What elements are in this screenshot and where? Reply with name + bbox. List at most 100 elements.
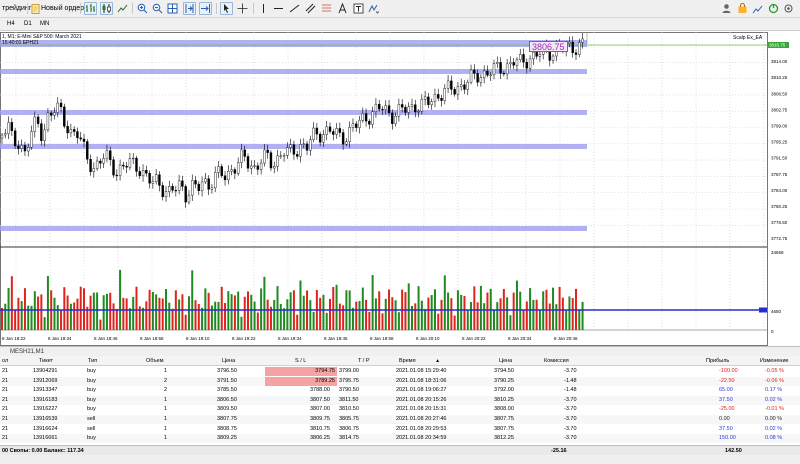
text-box-button[interactable]: [352, 2, 365, 15]
candle-body: [223, 175, 227, 181]
volume-bar: [381, 313, 384, 330]
bar-chart-icon: [86, 4, 95, 12]
volume-bar: [20, 301, 23, 330]
col-volume[interactable]: Объем: [146, 356, 164, 366]
col-profit[interactable]: Прибыль: [706, 356, 729, 366]
price-chart[interactable]: 3816.75 3814.00 3810.25 3806.50 3802.75 3799.…: [0, 32, 800, 346]
equidistant-channel-button[interactable]: [304, 2, 317, 15]
time-axis-label: 8 Jan 19:22: [232, 336, 256, 341]
col-sl[interactable]: S / L: [295, 356, 306, 366]
timeframe-h4[interactable]: H4: [5, 20, 17, 29]
table-row[interactable]: 21 13916539 sell 1 3807.75 3809.75 3805.75 2021…: [0, 415, 800, 424]
table-row[interactable]: 21 13916624 sell 1 3808.75 3810.75 3806.75 2021…: [0, 425, 800, 434]
autoscroll-button[interactable]: [183, 2, 196, 15]
time-axis-label: 8 Jan 20:22: [462, 336, 486, 341]
volume-bar: [23, 288, 26, 330]
fibonacci-button[interactable]: [320, 2, 333, 15]
bar-chart-button[interactable]: [84, 2, 97, 15]
trend-line-button[interactable]: [288, 2, 301, 15]
timeframe-d1[interactable]: D1: [22, 20, 34, 29]
tile-windows-icon: [167, 3, 178, 14]
zoom-in-button[interactable]: [136, 2, 149, 15]
candle-body: [414, 104, 417, 113]
table-row[interactable]: 21 13913347 buy 2 3785.50 3788.00 3790.50 2021.…: [0, 386, 800, 395]
current-price-tag: 3806.75: [529, 41, 568, 52]
col-type[interactable]: Тип: [88, 356, 97, 366]
help-button[interactable]: [782, 2, 795, 15]
candle-body: [204, 178, 207, 183]
candle-body: [253, 165, 256, 167]
volume-bar: [397, 312, 400, 330]
col-change[interactable]: Изменение: [760, 356, 789, 366]
volume-bar: [122, 297, 125, 330]
candle-body: [20, 145, 23, 149]
candle-chart-button[interactable]: [100, 2, 113, 15]
cell-profit: -22.50: [719, 377, 735, 384]
user-icon: [722, 4, 731, 13]
col-tp[interactable]: T / P: [358, 356, 370, 366]
chart-shift-button[interactable]: [199, 2, 212, 15]
vps-button[interactable]: [767, 2, 780, 15]
table-row[interactable]: 21 13912069 buy 2 3791.50 3789.25 3795.75 2021.…: [0, 376, 800, 386]
volume-bar: [476, 302, 479, 330]
col-time[interactable]: Время ▲: [399, 356, 440, 366]
cell-commission: -3.70: [564, 435, 577, 442]
candle-body: [30, 131, 33, 148]
candle-body: [236, 162, 240, 174]
price-axis-label: 3814.00: [771, 59, 788, 64]
new-order-button[interactable]: Новый ордер: [31, 3, 84, 15]
candle-body: [571, 41, 574, 53]
crosshair-button[interactable]: [236, 2, 249, 15]
cell-type: buy: [87, 377, 96, 384]
col-symbol[interactable]: ол: [2, 356, 8, 366]
price-axis-label: 3787.75: [771, 172, 788, 177]
vertical-line-button[interactable]: [257, 2, 270, 15]
candle-body: [427, 96, 430, 105]
volume-bar: [512, 292, 515, 330]
table-row[interactable]: 21 13904291 buy 1 3796.50 3794.75 3799.00 2021.…: [0, 367, 800, 376]
cell-type: buy: [87, 396, 96, 403]
candle-body: [243, 149, 246, 157]
col-commission[interactable]: Комиссия: [544, 356, 569, 366]
volume-bar: [338, 303, 341, 330]
cursor-button[interactable]: [220, 2, 233, 15]
zoom-out-button[interactable]: [151, 2, 164, 15]
col-price[interactable]: Цена: [222, 356, 235, 366]
col-price-current[interactable]: Цена: [499, 356, 512, 366]
crosshair-icon: [237, 3, 248, 14]
volume-bar: [220, 286, 223, 330]
shapes-dropdown-button[interactable]: [367, 2, 380, 15]
tile-windows-button[interactable]: [166, 2, 179, 15]
sort-ascending-icon: ▲: [435, 358, 441, 364]
timeframe-mn[interactable]: MN: [38, 20, 51, 29]
account-button[interactable]: [720, 2, 733, 15]
volume-bar: [581, 301, 584, 330]
horizontal-line-button[interactable]: [272, 2, 285, 15]
cell-ticket: 13913347: [33, 387, 58, 394]
table-row[interactable]: 21 13916227 buy 1 3809.50 3807.00 3810.50 2021.…: [0, 405, 800, 414]
table-row[interactable]: 21 13916661 buy 1 3809.25 3806.25 3814.75 2021.…: [0, 434, 800, 444]
col-ticket[interactable]: Тикет: [39, 356, 53, 366]
volume-bar: [73, 302, 76, 330]
volume-bar: [302, 295, 305, 330]
tab-chart-mesh21[interactable]: MESH21,M1: [10, 348, 44, 356]
candle-body: [33, 116, 36, 132]
candle-body: [437, 94, 440, 99]
power-icon: [768, 3, 779, 14]
table-row[interactable]: 21 13916183 buy 1 3806.50 3807.50 3811.50 2021.…: [0, 395, 800, 405]
candle-body: [43, 129, 46, 142]
candle-body: [0, 134, 4, 139]
candle-body: [479, 77, 483, 83]
market-button[interactable]: [736, 2, 749, 15]
candle-body: [371, 111, 374, 125]
toolbar-separator: [80, 3, 81, 14]
table-summary: 00 Свопы: 0.00 Баланс: 117.34 -25.16 142…: [0, 445, 800, 455]
text-label-button[interactable]: [336, 2, 349, 15]
candlestick-icon: [102, 4, 111, 13]
line-chart-button[interactable]: [116, 2, 129, 15]
volume-bar: [309, 300, 312, 330]
signals-button[interactable]: [751, 2, 764, 15]
volume-bar: [46, 276, 49, 330]
candle-body: [95, 160, 99, 169]
volume-bar: [479, 285, 482, 330]
